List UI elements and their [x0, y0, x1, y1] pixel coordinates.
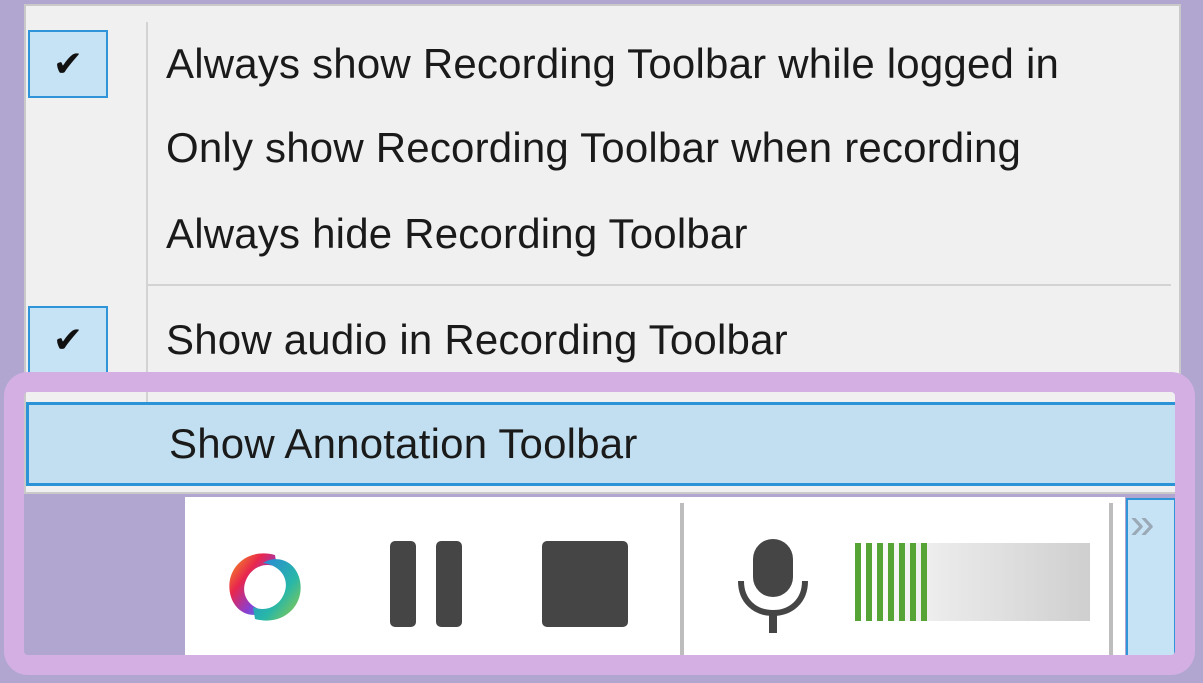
menu-item-label: Show Annotation Toolbar [169, 420, 638, 467]
menu-item-label: Always show Recording Toolbar while logg… [166, 40, 1060, 87]
toolbar-left-empty-area [24, 497, 185, 665]
toolbar-separator [1109, 503, 1113, 665]
menu-item-show-annotation-toolbar[interactable]: Show Annotation Toolbar [26, 402, 1179, 486]
audio-level-bar [899, 543, 905, 621]
microphone-icon[interactable] [731, 537, 815, 635]
audio-level-bar [888, 543, 894, 621]
toolbar-separator [680, 503, 684, 665]
recording-toolbar [185, 497, 1125, 665]
app-logo-icon[interactable] [215, 537, 315, 637]
audio-level-bar [866, 543, 872, 621]
context-menu: ✔ Always show Recording Toolbar while lo… [24, 4, 1181, 494]
menu-item-only-show-when-recording[interactable]: Only show Recording Toolbar when recordi… [26, 108, 1179, 188]
audio-level-bar [877, 543, 883, 621]
audio-level-bar [921, 543, 927, 621]
menu-item-label: Show audio in Recording Toolbar [166, 316, 788, 363]
checkmark-icon: ✔ [28, 30, 108, 98]
audio-level-meter [855, 543, 1090, 621]
menu-item-always-show-toolbar[interactable]: ✔ Always show Recording Toolbar while lo… [26, 24, 1179, 104]
menu-item-always-hide-toolbar[interactable]: Always hide Recording Toolbar [26, 194, 1179, 274]
audio-level-bar [855, 543, 861, 621]
overflow-chevron-icon: » [1130, 499, 1155, 548]
audio-level-bar [910, 543, 916, 621]
menu-separator [148, 284, 1171, 286]
menu-item-label: Always hide Recording Toolbar [166, 210, 748, 257]
stop-icon[interactable] [542, 541, 628, 627]
pause-icon[interactable] [390, 541, 462, 627]
checkmark-icon: ✔ [28, 306, 108, 374]
toolbar-overflow-button[interactable]: » [1126, 498, 1176, 660]
audio-level-bars [855, 543, 927, 621]
menu-item-label: Only show Recording Toolbar when recordi… [166, 124, 1022, 171]
menu-item-show-audio[interactable]: ✔ Show audio in Recording Toolbar [26, 300, 1179, 380]
